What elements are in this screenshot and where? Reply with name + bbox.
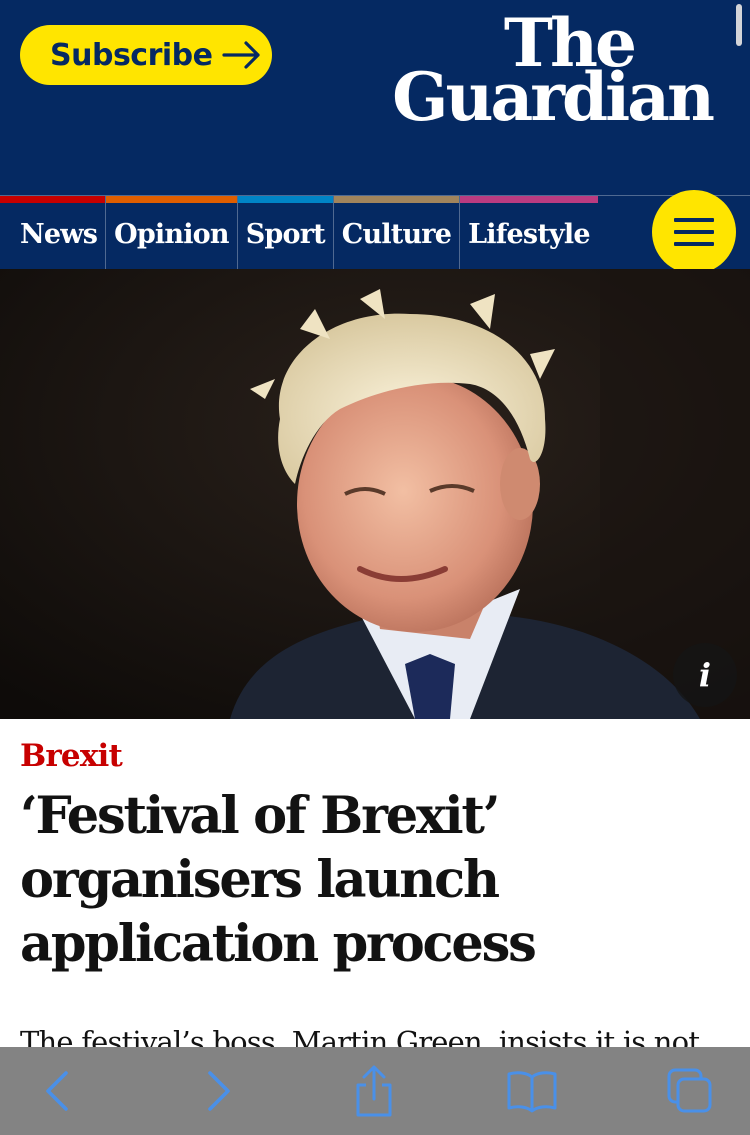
nav-label: Opinion <box>114 219 229 250</box>
back-icon <box>46 1071 68 1111</box>
share-button[interactable] <box>334 1047 414 1135</box>
nav-item-opinion[interactable]: Opinion <box>106 196 238 269</box>
nav-item-lifestyle[interactable]: Lifestyle <box>460 196 598 269</box>
tabs-button[interactable] <box>650 1047 730 1135</box>
guardian-logo[interactable]: The Guardian <box>352 10 715 136</box>
article-standfirst: The festival’s boss, Martin Green, insis… <box>20 1025 700 1050</box>
hamburger-icon-line <box>674 242 714 246</box>
nav-item-news[interactable]: News <box>0 196 107 269</box>
browser-toolbar <box>0 1047 750 1135</box>
nav-pillar-sport <box>237 196 333 203</box>
image-info-button[interactable]: i <box>673 643 737 707</box>
nav-pillar-opinion <box>106 196 237 203</box>
pillar-nav: News Opinion Sport Culture Lifestyle <box>0 196 610 269</box>
forward-icon <box>208 1071 230 1111</box>
hero-image <box>0 269 750 719</box>
forward-button[interactable] <box>178 1047 258 1135</box>
bookmarks-button[interactable] <box>492 1047 572 1135</box>
article-headline: ‘Festival of Brexit’ organisers launch a… <box>20 784 720 976</box>
info-icon: i <box>698 656 712 694</box>
nav-pillar-news <box>0 196 106 203</box>
logo-guardian: Guardian <box>392 58 715 136</box>
nav-item-sport[interactable]: Sport <box>237 196 334 269</box>
scroll-indicator[interactable] <box>736 4 742 46</box>
bookmarks-icon <box>507 1071 557 1113</box>
hero-photo <box>0 269 750 719</box>
nav-label: Sport <box>245 219 326 250</box>
subscribe-label: Subscribe <box>50 37 213 73</box>
headline-line: organisers launch <box>20 850 500 910</box>
nav-label: Culture <box>341 219 452 250</box>
subscribe-button[interactable]: Subscribe <box>20 25 272 85</box>
nav-pillar-culture <box>333 196 460 203</box>
nav-label: News <box>20 219 98 250</box>
masthead: Subscribe The Guardian News Opinion Spor… <box>0 0 750 274</box>
nav-pillar-lifestyle <box>460 196 598 203</box>
hamburger-icon <box>674 218 714 222</box>
back-button[interactable] <box>18 1047 98 1135</box>
nav-label: Lifestyle <box>468 219 590 250</box>
headline-line: ‘Festival of Brexit’ <box>20 786 501 846</box>
menu-button[interactable] <box>652 190 736 274</box>
share-icon <box>356 1065 392 1117</box>
hamburger-icon-line <box>674 230 714 234</box>
headline-line: application process <box>20 914 537 974</box>
nav-item-culture[interactable]: Culture <box>333 196 461 269</box>
section-kicker[interactable]: Brexit <box>20 738 123 774</box>
arrow-right-icon <box>222 41 261 69</box>
tabs-icon <box>667 1068 712 1113</box>
